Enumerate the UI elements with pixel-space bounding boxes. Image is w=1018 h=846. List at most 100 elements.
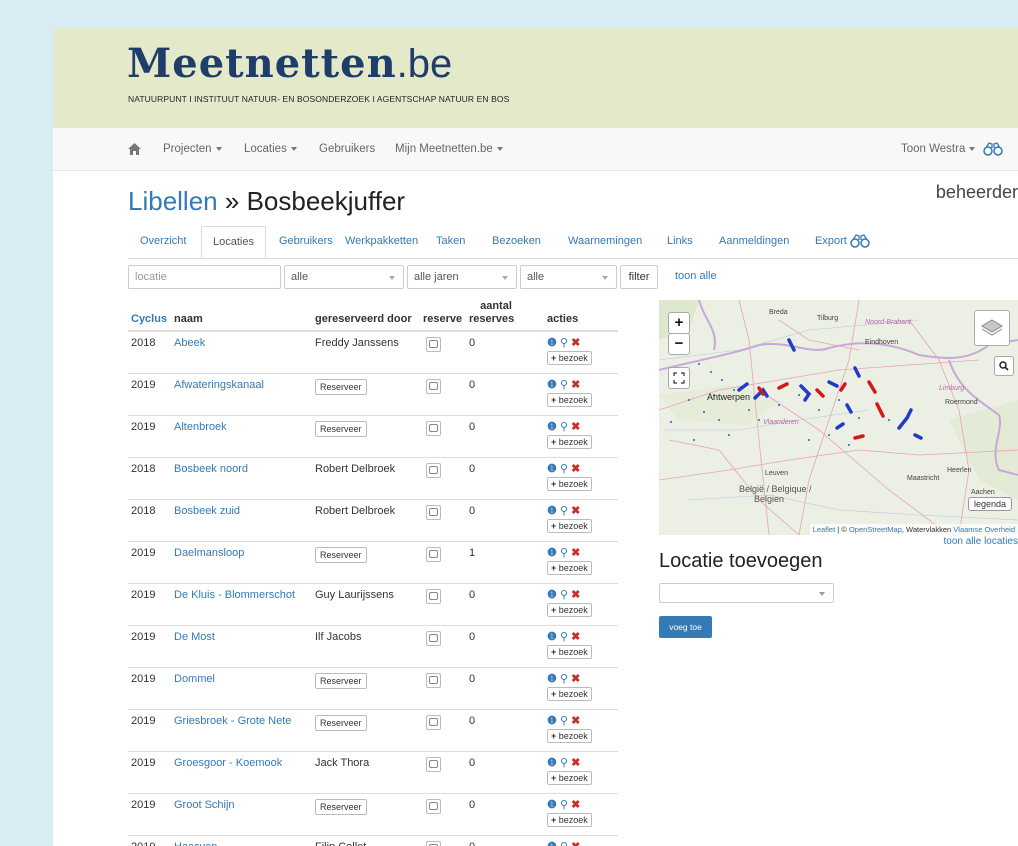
reserve-checkbox[interactable] xyxy=(426,421,441,436)
show-all-locations-link[interactable]: toon alle locaties xyxy=(944,536,1018,547)
leaflet-link[interactable]: Leaflet xyxy=(813,525,836,534)
reserve-button[interactable]: Reserveer xyxy=(315,421,367,437)
tab-waarnemingen[interactable]: Waarnemingen xyxy=(568,226,642,258)
zoom-icon[interactable]: ⚲ xyxy=(560,631,568,643)
add-visit-button[interactable]: + bezoek xyxy=(547,519,592,533)
zoom-icon[interactable]: ⚲ xyxy=(560,547,568,559)
binoculars-icon[interactable] xyxy=(983,128,1003,170)
add-location-select[interactable] xyxy=(659,583,834,603)
add-visit-button[interactable]: + bezoek xyxy=(547,435,592,449)
add-visit-button[interactable]: + bezoek xyxy=(547,729,592,743)
delete-icon[interactable]: ✖ xyxy=(571,841,580,846)
reserve-checkbox[interactable] xyxy=(426,379,441,394)
nav-locaties[interactable]: Locaties xyxy=(244,128,297,170)
user-menu[interactable]: Toon Westra xyxy=(901,128,976,170)
zoom-icon[interactable]: ⚲ xyxy=(560,421,568,433)
add-visit-button[interactable]: + bezoek xyxy=(547,603,592,617)
location-link[interactable]: Dommel xyxy=(174,673,215,685)
zoom-icon[interactable]: ⚲ xyxy=(560,505,568,517)
info-icon[interactable]: ❶ xyxy=(547,379,557,391)
location-link[interactable]: De Most xyxy=(174,631,215,643)
location-link[interactable]: De Kluis - Blommerschot xyxy=(174,589,295,601)
delete-icon[interactable]: ✖ xyxy=(571,505,580,517)
location-link[interactable]: Groesgoor - Koemook xyxy=(174,757,282,769)
zoom-icon[interactable]: ⚲ xyxy=(560,799,568,811)
reserve-checkbox[interactable] xyxy=(426,673,441,688)
tab-aanmeldingen[interactable]: Aanmeldingen xyxy=(719,226,789,258)
location-link[interactable]: Bosbeek noord xyxy=(174,463,248,475)
site-logo[interactable]: Meetnetten.be xyxy=(127,42,452,87)
zoom-in-button[interactable]: + xyxy=(668,312,690,334)
info-icon[interactable]: ❶ xyxy=(547,757,557,769)
filter-select-3[interactable]: alle xyxy=(520,265,617,289)
zoom-icon[interactable]: ⚲ xyxy=(560,337,568,349)
add-visit-button[interactable]: + bezoek xyxy=(547,477,592,491)
location-link[interactable]: Altenbroek xyxy=(174,421,227,433)
delete-icon[interactable]: ✖ xyxy=(571,757,580,769)
info-icon[interactable]: ❶ xyxy=(547,337,557,349)
reserve-checkbox[interactable] xyxy=(426,757,441,772)
reserve-button[interactable]: Reserveer xyxy=(315,547,367,563)
vlaamse-overheid-link[interactable]: Vlaamse Overheid xyxy=(953,525,1015,534)
delete-icon[interactable]: ✖ xyxy=(571,463,580,475)
info-icon[interactable]: ❶ xyxy=(547,631,557,643)
zoom-icon[interactable]: ⚲ xyxy=(560,379,568,391)
reserve-checkbox[interactable] xyxy=(426,463,441,478)
fullscreen-icon[interactable] xyxy=(668,367,690,389)
reserve-checkbox[interactable] xyxy=(426,547,441,562)
delete-icon[interactable]: ✖ xyxy=(571,631,580,643)
zoom-icon[interactable]: ⚲ xyxy=(560,589,568,601)
tab-gebruikers[interactable]: Gebruikers xyxy=(279,226,333,258)
location-link[interactable]: Griesbroek - Grote Nete xyxy=(174,715,291,727)
reserve-checkbox[interactable] xyxy=(426,841,441,846)
show-all-link[interactable]: toon alle xyxy=(675,270,717,282)
tab-overzicht[interactable]: Overzicht xyxy=(140,226,186,258)
delete-icon[interactable]: ✖ xyxy=(571,337,580,349)
reserve-checkbox[interactable] xyxy=(426,715,441,730)
location-link[interactable]: Daelmansloop xyxy=(174,547,244,559)
tab-taken[interactable]: Taken xyxy=(436,226,465,258)
tab-locaties[interactable]: Locaties xyxy=(201,226,266,258)
location-link[interactable]: Groot Schijn xyxy=(174,799,235,811)
delete-icon[interactable]: ✖ xyxy=(571,421,580,433)
add-visit-button[interactable]: + bezoek xyxy=(547,561,592,575)
reserve-checkbox[interactable] xyxy=(426,631,441,646)
add-visit-button[interactable]: + bezoek xyxy=(547,645,592,659)
zoom-icon[interactable]: ⚲ xyxy=(560,673,568,685)
location-link[interactable]: Afwateringskanaal xyxy=(174,379,264,391)
location-link[interactable]: Abeek xyxy=(174,337,205,349)
col-cyclus[interactable]: Cyclus xyxy=(128,300,171,332)
info-icon[interactable]: ❶ xyxy=(547,463,557,475)
reserve-button[interactable]: Reserveer xyxy=(315,799,367,815)
info-icon[interactable]: ❶ xyxy=(547,505,557,517)
location-link[interactable]: Bosbeek zuid xyxy=(174,505,240,517)
home-icon[interactable] xyxy=(128,128,141,170)
tab-links[interactable]: Links xyxy=(667,226,693,258)
reserve-button[interactable]: Reserveer xyxy=(315,715,367,731)
nav-mijn-meetnetten[interactable]: Mijn Meetnetten.be xyxy=(395,128,503,170)
osm-link[interactable]: OpenStreetMap xyxy=(849,525,902,534)
info-icon[interactable]: ❶ xyxy=(547,673,557,685)
add-visit-button[interactable]: + bezoek xyxy=(547,813,592,827)
delete-icon[interactable]: ✖ xyxy=(571,589,580,601)
reserve-button[interactable]: Reserveer xyxy=(315,673,367,689)
location-search-input[interactable]: locatie xyxy=(128,265,281,289)
zoom-icon[interactable]: ⚲ xyxy=(560,715,568,727)
delete-icon[interactable]: ✖ xyxy=(571,547,580,559)
delete-icon[interactable]: ✖ xyxy=(571,379,580,391)
info-icon[interactable]: ❶ xyxy=(547,547,557,559)
legend-button[interactable]: legenda xyxy=(967,497,1012,511)
add-visit-button[interactable]: + bezoek xyxy=(547,687,592,701)
delete-icon[interactable]: ✖ xyxy=(571,673,580,685)
tab-export[interactable]: Export xyxy=(815,226,870,258)
zoom-icon[interactable]: ⚲ xyxy=(560,841,568,846)
zoom-out-button[interactable]: − xyxy=(668,333,690,355)
add-visit-button[interactable]: + bezoek xyxy=(547,771,592,785)
info-icon[interactable]: ❶ xyxy=(547,715,557,727)
nav-gebruikers[interactable]: Gebruikers xyxy=(319,128,375,170)
tab-bezoeken[interactable]: Bezoeken xyxy=(492,226,541,258)
reserve-checkbox[interactable] xyxy=(426,589,441,604)
tab-werkpakketten[interactable]: Werkpakketten xyxy=(345,226,418,258)
search-icon[interactable] xyxy=(994,356,1014,376)
delete-icon[interactable]: ✖ xyxy=(571,715,580,727)
